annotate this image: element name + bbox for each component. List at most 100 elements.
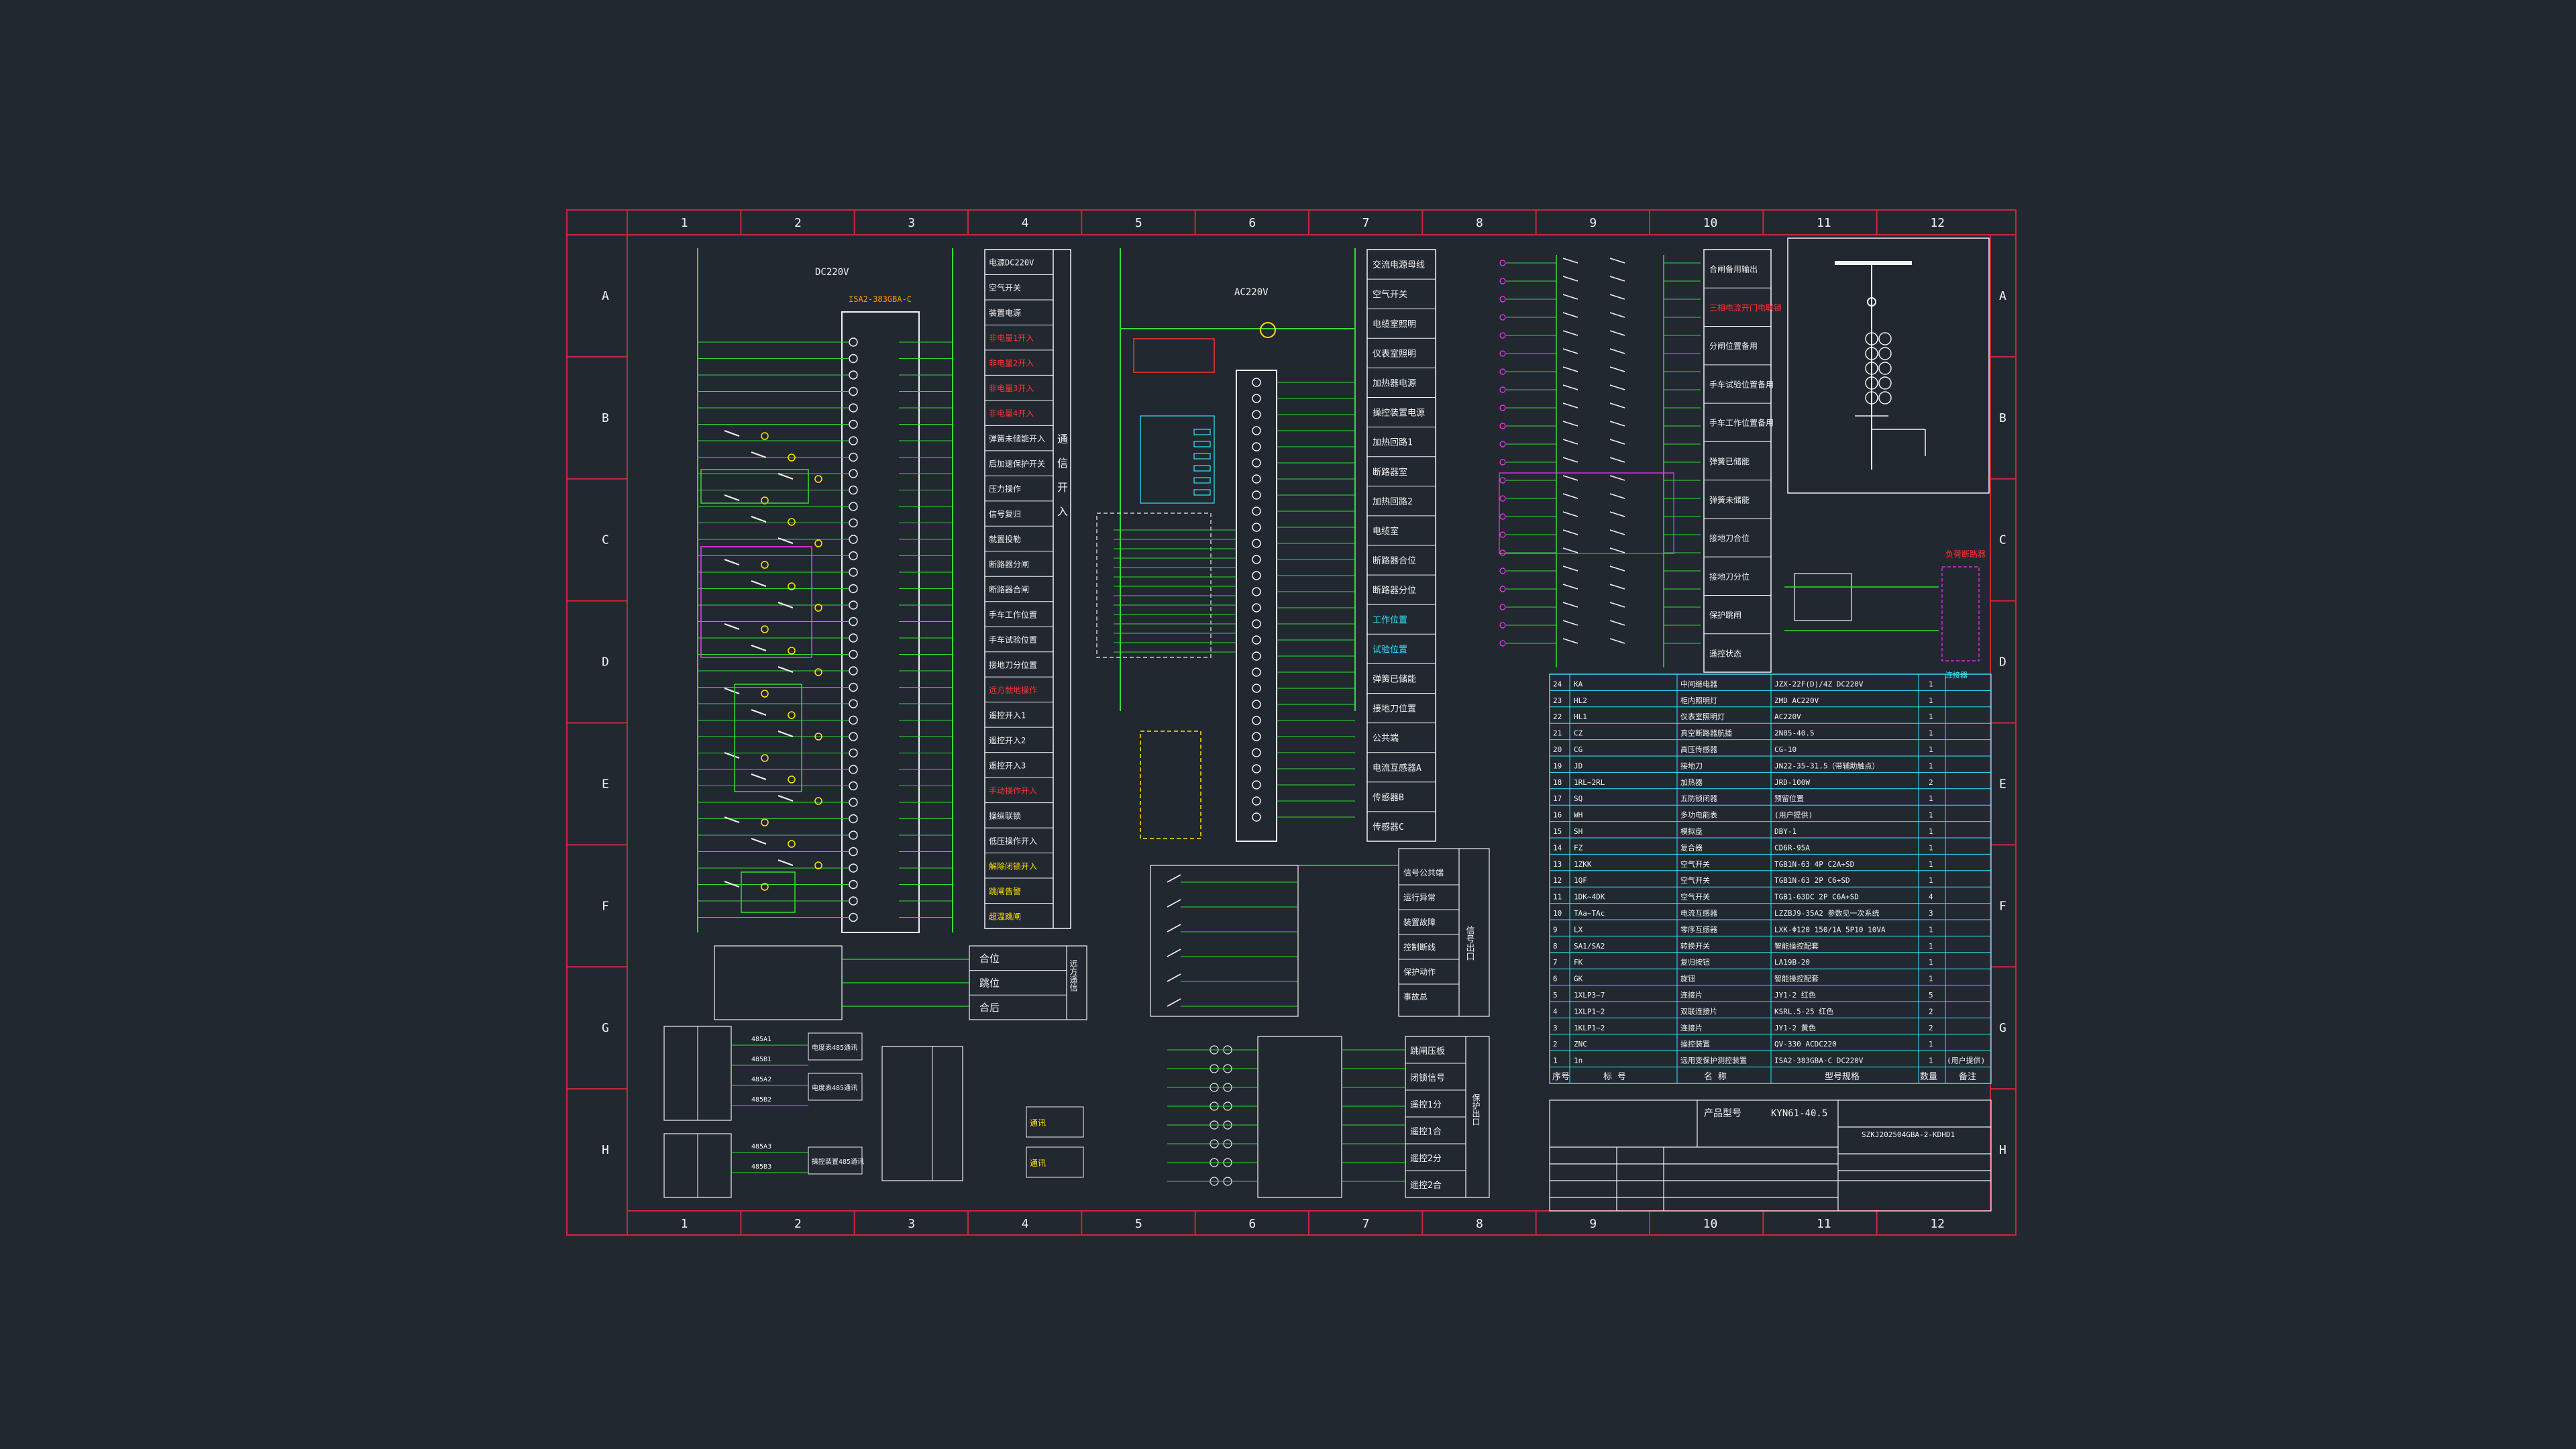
ct-symbol [1878, 362, 1892, 375]
terminal [1252, 410, 1261, 419]
terminal [849, 337, 858, 347]
bom-cell-qty: 1 [1929, 827, 1933, 836]
switch-contact [724, 559, 740, 566]
bom-cell-model: LA19B-20 [1774, 958, 1810, 967]
terminal [849, 732, 858, 741]
comm-terminal-label: 485B2 [751, 1096, 771, 1104]
bill-of-materials: 24 KA 中间继电器 JZX-22F(D)/4Z DC220V 123 HL2 柜内照明灯… [1549, 674, 1992, 1084]
signal-output-label: 运行异常 [1403, 893, 1436, 902]
bom-cell-name: 连接片 [1680, 1024, 1703, 1032]
bom-cell-model: CG-10 [1774, 745, 1796, 754]
bom-cell-symbol: HL2 [1574, 696, 1587, 705]
ac-function-label: 断路器分位 [1373, 585, 1416, 596]
dc-function-label: 电源DC220V [989, 258, 1034, 268]
node [788, 518, 796, 526]
column-ref-top: 8 [1476, 216, 1483, 230]
bom-cell-qty: 1 [1929, 843, 1933, 852]
node [761, 625, 769, 633]
bom-cell-model: LXK-Φ120 150/1A 5P10 10VA [1774, 925, 1886, 934]
node [814, 668, 822, 676]
row-ref-right: F [1999, 899, 2006, 913]
node [1499, 423, 1506, 429]
terminal [1252, 587, 1261, 596]
node [1499, 495, 1506, 502]
bom-cell-name: 连接片 [1680, 991, 1703, 1000]
terminal [849, 502, 858, 511]
protect-group-label: 保护出口 [1471, 1093, 1481, 1126]
bom-cell-qty: 4 [1929, 893, 1933, 902]
switch-contact [1562, 602, 1578, 608]
switch-contact [1562, 294, 1578, 300]
bom-grid-lines [1550, 674, 1991, 1083]
signal-output-labels: 信号公共端运行异常装置故障控制断线保护动作事故总 [1167, 868, 1459, 1007]
ac-function-label: 断路器室 [1373, 467, 1407, 478]
switch-contact [1167, 973, 1181, 982]
terminal [849, 518, 858, 528]
bom-cell-number: 3 [1553, 1024, 1558, 1032]
column-ref-top: 11 [1817, 216, 1831, 230]
terminal [849, 485, 858, 495]
bom-cell-note: (用户提供) [1947, 1056, 1985, 1065]
bom-cell-qty: 1 [1929, 794, 1933, 803]
terminal [1252, 716, 1261, 725]
node [1499, 477, 1506, 484]
product-model-value: KYN61-40.5 [1771, 1108, 1827, 1119]
right-function-label: 接地刀合位 [1709, 533, 1750, 543]
node [1499, 350, 1506, 357]
product-model-label: 产品型号 [1704, 1108, 1741, 1119]
remote-signal-labels: 合位跳位合后 [969, 953, 1067, 1014]
title-block [1549, 1099, 1992, 1212]
bom-cell-number: 10 [1553, 909, 1562, 918]
bom-cell-name: 空气开关 [1680, 875, 1710, 885]
comm-label-2: 操控装置485通讯 [812, 1157, 864, 1166]
column-ref-top: 6 [1248, 216, 1256, 230]
node [1499, 586, 1506, 592]
bom-cell-symbol: 1ZKK [1574, 860, 1592, 869]
switch-contact [1562, 457, 1578, 463]
switch-contact [1609, 312, 1625, 318]
column-references-bottom: 1 2 3 4 5 6 7 8 9 10 11 12 [681, 1211, 1945, 1235]
bom-cell-number: 5 [1553, 991, 1558, 1000]
ac-function-label: 电流互感器A [1373, 763, 1421, 773]
bom-cell-model: JN22-35-31.5（带辅助触点） [1774, 761, 1879, 770]
drawing-border [566, 209, 2017, 1236]
terminal [1252, 812, 1261, 822]
comm-terminal-label: 485A3 [751, 1143, 771, 1150]
row-ref-left: F [602, 899, 609, 913]
bom-cell-name: 模拟盘 [1680, 826, 1703, 836]
switch-contact [1609, 475, 1625, 481]
dc-function-label: 手动操作开入 [989, 786, 1037, 796]
bom-cell-number: 16 [1553, 811, 1562, 820]
column-ref-top: 2 [794, 216, 802, 230]
bom-cell-qty: 1 [1929, 1057, 1933, 1065]
ac-supply-label: AC220V [1234, 287, 1269, 298]
ac-terminals [1252, 378, 1355, 822]
dc-function-label: 断路器合闸 [989, 584, 1029, 594]
dc-function-label: 压力操作 [989, 484, 1021, 494]
bom-cell-symbol: LX [1574, 925, 1583, 934]
terminal [1252, 748, 1261, 757]
switch-contact [1562, 258, 1578, 264]
terminal [849, 386, 858, 396]
switch-contact [1562, 584, 1578, 590]
right-function-label: 三相电流开门电联锁 [1709, 303, 1782, 313]
bom-cell-symbol: HL1 [1574, 712, 1587, 721]
row-ref-left: C [602, 533, 609, 547]
bom-cell-number: 8 [1553, 942, 1558, 951]
bom-cell-number: 9 [1553, 925, 1558, 934]
terminal [1252, 684, 1261, 693]
cz-contact-block [1499, 255, 1701, 667]
bom-cell-symbol: 1QF [1574, 876, 1587, 885]
switch-contact [724, 816, 740, 823]
bom-cell-qty: 5 [1929, 991, 1933, 1000]
bom-cell-number: 1 [1553, 1057, 1558, 1065]
bom-cell-name: 操控装置 [1680, 1039, 1710, 1049]
terminal [849, 896, 858, 906]
switch-contact [1562, 421, 1578, 427]
cad-drawing-canvas: 1 2 3 4 5 6 7 8 9 10 11 12 1 2 3 4 5 6 7 8 9 10 11 12 ABCDEFGH… [566, 209, 2017, 1236]
comm-terminal-label: 485A1 [751, 1036, 771, 1043]
node [761, 432, 769, 440]
bom-cell-model: TGB1-63DC 2P C6A+SD [1774, 893, 1859, 902]
switch-contact [1562, 547, 1578, 553]
right-function-label: 合闸备用输出 [1709, 264, 1758, 274]
